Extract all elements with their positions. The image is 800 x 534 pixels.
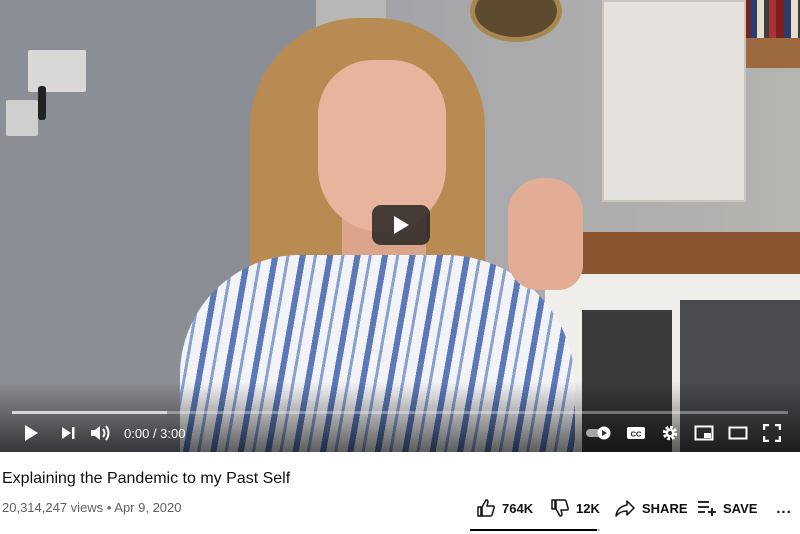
- more-actions-button[interactable]: ...: [774, 496, 794, 520]
- scene-switch-plate: [28, 50, 86, 92]
- progress-bar[interactable]: [12, 411, 788, 414]
- theater-mode-button[interactable]: [726, 421, 750, 445]
- fullscreen-button[interactable]: [760, 421, 784, 445]
- upload-date: Apr 9, 2020: [114, 500, 182, 515]
- like-count: 764K: [502, 500, 534, 516]
- large-play-button[interactable]: [372, 205, 430, 245]
- captions-button[interactable]: CC: [624, 421, 648, 445]
- video-title: Explaining the Pandemic to my Past Self: [2, 470, 291, 487]
- like-button[interactable]: 764K: [476, 496, 533, 520]
- progress-loaded: [12, 411, 168, 414]
- share-icon: [615, 500, 635, 517]
- autoplay-toggle[interactable]: [584, 421, 614, 445]
- scene-cabinet: [602, 0, 746, 202]
- play-icon: [25, 425, 38, 441]
- miniplayer-button[interactable]: [692, 421, 716, 445]
- next-button[interactable]: [56, 421, 80, 445]
- play-button[interactable]: [18, 421, 44, 445]
- save-button[interactable]: SAVE: [697, 496, 757, 520]
- volume-button[interactable]: [88, 421, 114, 445]
- next-icon: [62, 427, 75, 439]
- save-label: SAVE: [723, 500, 758, 516]
- view-count: 20,314,247 views: [2, 500, 104, 515]
- settings-icon: [662, 425, 678, 441]
- theater-icon: [728, 426, 748, 440]
- save-icon: [698, 501, 716, 516]
- video-player[interactable]: 0:00 / 3:00 CC: [0, 0, 800, 452]
- dislike-count: 12K: [576, 500, 600, 516]
- meta-separator: •: [106, 500, 112, 515]
- miniplayer-icon: [694, 425, 714, 441]
- captions-icon: CC: [627, 427, 645, 439]
- thumbs-down-icon: [551, 499, 569, 517]
- large-play-icon: [394, 216, 409, 234]
- svg-text:CC: CC: [631, 430, 642, 439]
- share-button[interactable]: SHARE: [614, 496, 688, 520]
- sentiment-fill: [470, 529, 598, 531]
- scene-wall-frame: [470, 0, 562, 42]
- scene-person-hand: [508, 178, 583, 290]
- more-icon: ...: [776, 499, 792, 517]
- autoplay-icon: [586, 426, 611, 440]
- video-meta: 20,314,247 views • Apr 9, 2020: [2, 500, 182, 515]
- time-display: 0:00 / 3:00: [124, 426, 186, 441]
- settings-button[interactable]: [658, 421, 682, 445]
- sentiment-bar: [470, 529, 600, 531]
- fullscreen-icon: [763, 424, 781, 442]
- scene-cord: [38, 86, 46, 120]
- share-label: SHARE: [642, 500, 688, 516]
- volume-icon: [91, 425, 110, 441]
- scene-outlet: [6, 100, 38, 136]
- thumbs-up-icon: [477, 499, 495, 517]
- dislike-button[interactable]: 12K: [550, 496, 600, 520]
